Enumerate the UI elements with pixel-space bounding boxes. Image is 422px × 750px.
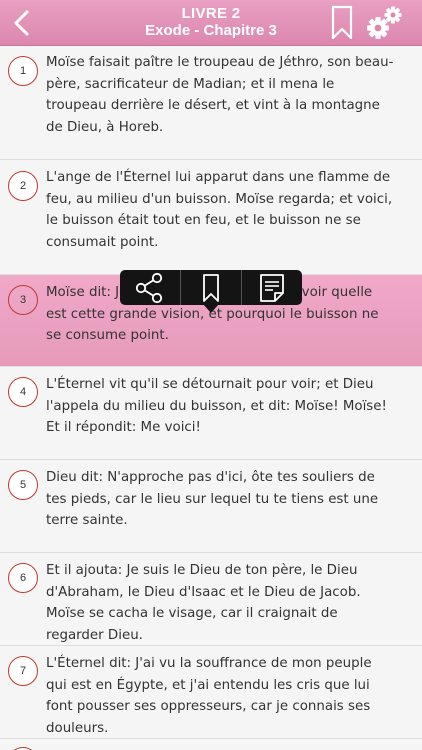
verse-text: Dieu dit: N'approche pas d'ici, ôte tes … <box>46 470 379 528</box>
chapter-title: Exode - Chapitre 3 <box>145 22 277 39</box>
verse-text: L'Éternel vit qu'il se détournait pour v… <box>46 377 387 435</box>
note-icon <box>260 273 284 302</box>
verse-number: 7 <box>8 656 38 686</box>
verse-number: 1 <box>8 56 38 86</box>
verse-number: 3 <box>8 285 38 315</box>
verse-item[interactable]: 6 Et il ajouta: Je suis le Dieu de ton p… <box>0 553 422 646</box>
share-button[interactable] <box>120 270 181 305</box>
header-titles: LIVRE 2 Exode - Chapitre 3 <box>90 5 332 40</box>
verse-text: L'ange de l'Éternel lui apparut dans une… <box>46 170 393 250</box>
bookmark-icon <box>331 5 353 40</box>
verse-number: 6 <box>8 563 38 593</box>
verse-text: Moïse faisait paître le troupeau de Jéth… <box>46 55 394 135</box>
popup-pointer <box>203 304 219 313</box>
bookmark-button[interactable] <box>330 5 354 41</box>
bookmark-icon <box>203 273 219 302</box>
bookmark-verse-button[interactable] <box>181 270 242 305</box>
verse-list: 1 Moïse faisait paître le troupeau de Jé… <box>0 46 422 750</box>
book-title: LIVRE 2 <box>181 5 241 22</box>
verse-text: Et il ajouta: Je suis le Dieu de ton pèr… <box>46 563 361 643</box>
back-button[interactable] <box>6 6 36 40</box>
app-header: LIVRE 2 Exode - Chapitre 3 <box>0 0 422 46</box>
verse-text: L'Éternel dit: J'ai vu la souffrance de … <box>46 656 372 736</box>
verse-number: 4 <box>8 377 38 407</box>
gear-icon <box>367 6 402 39</box>
verse-item[interactable]: 1 Moïse faisait paître le troupeau de Jé… <box>0 46 422 160</box>
verse-number: 2 <box>8 171 38 201</box>
verse-item[interactable]: 4 L'Éternel vit qu'il se détournait pour… <box>0 367 422 460</box>
settings-button[interactable] <box>364 4 404 42</box>
verse-item[interactable]: 7 L'Éternel dit: J'ai vu la souffrance d… <box>0 646 422 739</box>
verse-item[interactable]: 2 L'ange de l'Éternel lui apparut dans u… <box>0 160 422 275</box>
verse-number: 5 <box>8 470 38 500</box>
verse-item[interactable]: 5 Dieu dit: N'approche pas d'ici, ôte te… <box>0 460 422 553</box>
note-button[interactable] <box>242 270 302 305</box>
share-icon <box>135 272 163 303</box>
verse-item[interactable] <box>0 739 422 750</box>
chevron-left-icon <box>14 10 29 36</box>
verse-action-popup <box>120 270 302 305</box>
